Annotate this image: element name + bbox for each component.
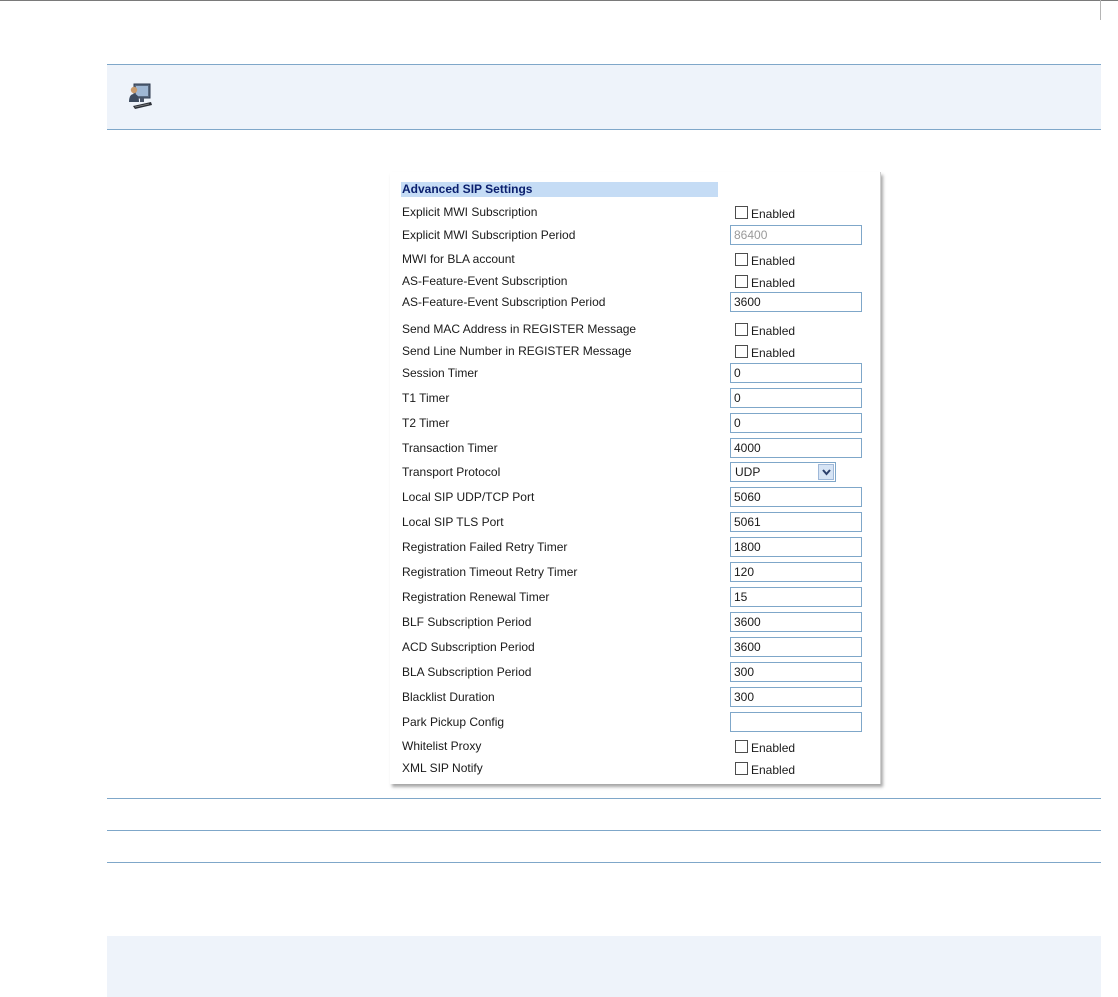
setting-input[interactable]	[730, 712, 862, 732]
setting-label: Registration Timeout Retry Timer	[402, 565, 578, 579]
setting-row: Registration Renewal Timer 15	[390, 587, 880, 609]
setting-label: Explicit MWI Subscription Period	[402, 228, 576, 242]
setting-row: Whitelist Proxy Enabled	[390, 736, 880, 758]
setting-input: 86400	[730, 225, 862, 245]
setting-label: MWI for BLA account	[402, 252, 515, 266]
setting-input[interactable]: 15	[730, 587, 862, 607]
setting-row: Explicit MWI Subscription Period 86400	[390, 225, 880, 247]
setting-label: Whitelist Proxy	[402, 739, 482, 753]
setting-label: Local SIP UDP/TCP Port	[402, 490, 535, 504]
setting-row: Session Timer 0	[390, 363, 880, 385]
advanced-sip-settings-panel: Advanced SIP Settings Explicit MWI Subsc…	[390, 172, 881, 784]
setting-row: Blacklist Duration 300	[390, 687, 880, 709]
divider-3	[107, 862, 1101, 863]
note-band	[107, 64, 1101, 130]
divider-1	[107, 798, 1101, 799]
setting-row: BLF Subscription Period 3600	[390, 612, 880, 634]
setting-input[interactable]: 4000	[730, 438, 862, 458]
setting-row: Registration Timeout Retry Timer 120	[390, 562, 880, 584]
select-value: UDP	[735, 465, 761, 479]
enabled-checkbox[interactable]	[735, 740, 748, 753]
setting-input[interactable]: 300	[730, 687, 862, 707]
top-rule-tick	[1100, 0, 1101, 20]
panel-title: Advanced SIP Settings	[401, 182, 718, 197]
enabled-label: Enabled	[751, 254, 796, 268]
computer-user-icon	[129, 83, 152, 109]
setting-row: AS-Feature-Event Subscription Period 3600	[390, 292, 880, 314]
setting-label: Transaction Timer	[402, 441, 498, 455]
enabled-checkbox[interactable]	[735, 345, 748, 358]
setting-row: Local SIP UDP/TCP Port 5060	[390, 487, 880, 509]
transport-protocol-select[interactable]: UDP	[730, 462, 836, 482]
setting-label: Send MAC Address in REGISTER Message	[402, 322, 637, 336]
enabled-checkbox[interactable]	[735, 253, 748, 266]
setting-row: Registration Failed Retry Timer 1800	[390, 537, 880, 559]
setting-input[interactable]: 1800	[730, 537, 862, 557]
setting-label: BLA Subscription Period	[402, 665, 532, 679]
setting-label: Transport Protocol	[402, 465, 501, 479]
setting-row: Explicit MWI Subscription Enabled	[390, 202, 880, 224]
enabled-checkbox[interactable]	[735, 275, 748, 288]
setting-input[interactable]: 5061	[730, 512, 862, 532]
setting-label: Send Line Number in REGISTER Message	[402, 344, 632, 358]
setting-row: T1 Timer 0	[390, 388, 880, 410]
setting-label: BLF Subscription Period	[402, 615, 532, 629]
setting-row: Transport Protocol UDP	[390, 462, 880, 484]
setting-input[interactable]: 0	[730, 363, 862, 383]
setting-row: T2 Timer 0	[390, 413, 880, 435]
enabled-label: Enabled	[751, 763, 796, 777]
top-rule	[0, 0, 1118, 1]
setting-label: Park Pickup Config	[402, 715, 505, 729]
setting-row: Park Pickup Config	[390, 712, 880, 734]
divider-2	[107, 830, 1101, 831]
enabled-label: Enabled	[751, 207, 796, 221]
setting-label: Registration Failed Retry Timer	[402, 540, 568, 554]
setting-input[interactable]: 300	[730, 662, 862, 682]
setting-label: XML SIP Notify	[402, 761, 483, 775]
setting-row: AS-Feature-Event Subscription Enabled	[390, 271, 880, 293]
enabled-label: Enabled	[751, 741, 796, 755]
bottom-band	[107, 936, 1101, 997]
setting-label: AS-Feature-Event Subscription	[402, 274, 568, 288]
chevron-down-icon[interactable]	[818, 464, 834, 480]
setting-row: Send Line Number in REGISTER Message Enab…	[390, 341, 880, 363]
setting-input[interactable]: 0	[730, 388, 862, 408]
setting-label: T1 Timer	[402, 391, 450, 405]
setting-label: AS-Feature-Event Subscription Period	[402, 295, 606, 309]
setting-input[interactable]: 0	[730, 413, 862, 433]
setting-label: Session Timer	[402, 366, 479, 380]
setting-input[interactable]: 120	[730, 562, 862, 582]
setting-input[interactable]: 5060	[730, 487, 862, 507]
setting-row: MWI for BLA account Enabled	[390, 249, 880, 271]
setting-label: ACD Subscription Period	[402, 640, 535, 654]
setting-row: XML SIP Notify Enabled	[390, 758, 880, 780]
setting-row: BLA Subscription Period 300	[390, 662, 880, 684]
setting-input[interactable]: 3600	[730, 612, 862, 632]
setting-input[interactable]: 3600	[730, 637, 862, 657]
enabled-checkbox[interactable]	[735, 323, 748, 336]
setting-row: Local SIP TLS Port 5061	[390, 512, 880, 534]
setting-row: ACD Subscription Period 3600	[390, 637, 880, 659]
setting-label: Explicit MWI Subscription	[402, 205, 538, 219]
setting-label: Blacklist Duration	[402, 690, 495, 704]
setting-label: Local SIP TLS Port	[402, 515, 504, 529]
enabled-checkbox[interactable]	[735, 206, 748, 219]
setting-row: Transaction Timer 4000	[390, 438, 880, 460]
enabled-label: Enabled	[751, 346, 796, 360]
enabled-checkbox[interactable]	[735, 762, 748, 775]
setting-label: T2 Timer	[402, 416, 450, 430]
enabled-label: Enabled	[751, 324, 796, 338]
setting-row: Send MAC Address in REGISTER Message Enab…	[390, 319, 880, 341]
setting-input[interactable]: 3600	[730, 292, 862, 312]
setting-label: Registration Renewal Timer	[402, 590, 550, 604]
enabled-label: Enabled	[751, 276, 796, 290]
